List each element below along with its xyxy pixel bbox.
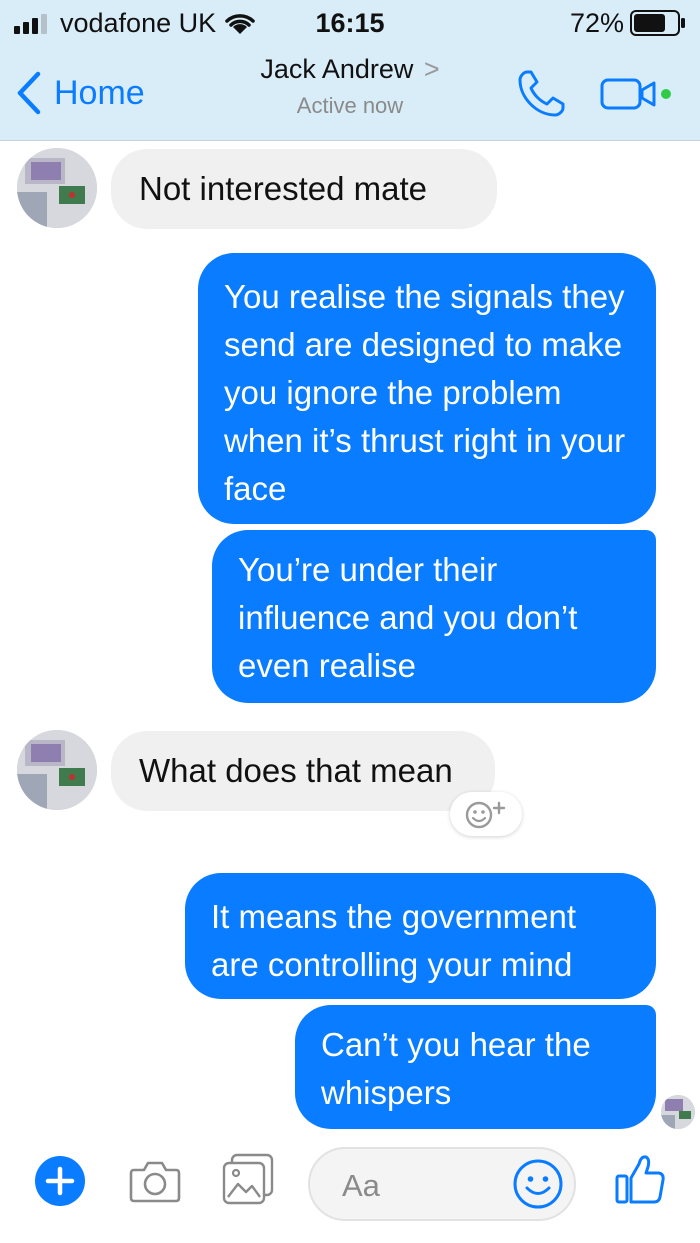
add-reaction-icon bbox=[465, 801, 506, 829]
active-status: Active now bbox=[296, 93, 404, 118]
video-camera-icon[interactable] bbox=[598, 74, 676, 114]
status-bar: vodafone UK 16:15 72% bbox=[0, 0, 700, 46]
outgoing-message-bubble[interactable]: You realise the signals they send are de… bbox=[198, 253, 656, 524]
outgoing-message-bubble[interactable]: Can’t you hear the whispers bbox=[295, 1005, 656, 1129]
message-composer bbox=[0, 1140, 700, 1243]
image-gallery-icon[interactable] bbox=[220, 1152, 276, 1208]
contact-avatar[interactable] bbox=[17, 148, 97, 228]
camera-icon[interactable] bbox=[128, 1156, 182, 1206]
outgoing-message-bubble[interactable]: It means the government are controlling … bbox=[185, 873, 656, 999]
incoming-message-bubble[interactable]: What does that mean bbox=[111, 731, 495, 811]
message-input[interactable] bbox=[340, 1163, 514, 1209]
chevron-right-icon: > bbox=[423, 54, 440, 84]
smiley-icon[interactable] bbox=[512, 1158, 564, 1210]
contact-title[interactable]: Jack Andrew > Active now bbox=[0, 54, 700, 119]
battery-icon bbox=[630, 10, 685, 36]
read-receipt-avatar bbox=[661, 1095, 695, 1129]
plus-icon[interactable] bbox=[34, 1155, 86, 1207]
battery-percentage: 72% bbox=[569, 8, 624, 38]
outgoing-message-bubble[interactable]: You’re under their influence and you don… bbox=[212, 530, 656, 703]
contact-avatar[interactable] bbox=[17, 730, 97, 810]
thumbs-up-icon[interactable] bbox=[614, 1151, 666, 1207]
incoming-message-bubble[interactable]: Not interested mate bbox=[111, 149, 497, 229]
contact-name[interactable]: Jack Andrew bbox=[260, 54, 413, 84]
conversation-header: Home Jack Andrew > Active now bbox=[0, 46, 700, 141]
phone-icon[interactable] bbox=[515, 68, 567, 120]
add-reaction-button[interactable] bbox=[450, 792, 522, 836]
